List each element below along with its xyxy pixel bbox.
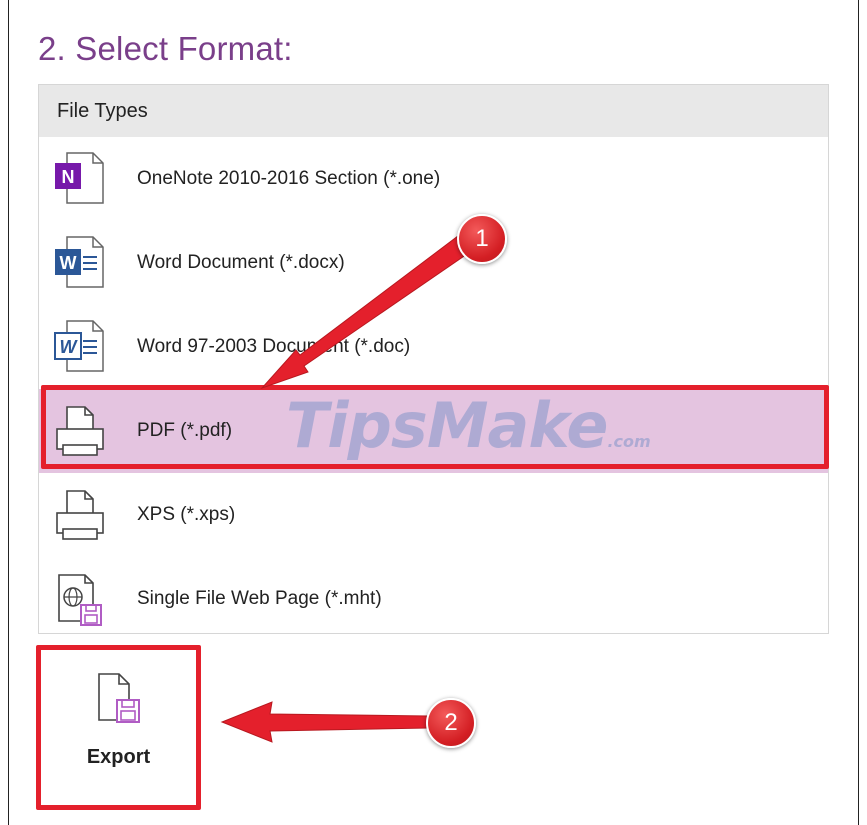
- xps-printer-icon: [51, 485, 109, 545]
- export-icon: [93, 670, 143, 728]
- file-type-docx[interactable]: W Word Document (*.docx): [39, 221, 828, 305]
- word-doc-icon: W: [51, 317, 109, 377]
- file-type-label: OneNote 2010-2016 Section (*.one): [137, 168, 441, 189]
- svg-text:N: N: [62, 167, 75, 187]
- word-docx-icon: W: [51, 233, 109, 293]
- step-badge-1: 1: [457, 214, 507, 264]
- svg-text:W: W: [60, 337, 79, 357]
- export-highlight-box: Export: [36, 645, 201, 810]
- file-types-header: File Types: [39, 85, 828, 137]
- file-type-onenote[interactable]: N OneNote 2010-2016 Section (*.one): [39, 137, 828, 221]
- export-label: Export: [86, 746, 151, 768]
- file-type-label: XPS (*.xps): [137, 504, 236, 525]
- svg-text:W: W: [60, 253, 77, 273]
- file-type-mht[interactable]: Single File Web Page (*.mht): [39, 557, 828, 641]
- file-type-xps[interactable]: XPS (*.xps): [39, 473, 828, 557]
- section-title: 2. Select Format:: [38, 30, 293, 67]
- pdf-highlight-box: [41, 385, 829, 469]
- file-types-list: File Types N OneNote 2010-2016 Section (…: [38, 84, 829, 634]
- file-type-label: Word Document (*.docx): [137, 252, 345, 273]
- export-button[interactable]: Export: [41, 650, 196, 805]
- onenote-icon: N: [51, 149, 109, 209]
- web-page-icon: [51, 569, 109, 629]
- step-badge-2: 2: [426, 698, 476, 748]
- file-type-doc[interactable]: W Word 97-2003 Document (*.doc): [39, 305, 828, 389]
- file-type-label: Single File Web Page (*.mht): [137, 588, 382, 609]
- file-type-label: Word 97-2003 Document (*.doc): [137, 336, 411, 357]
